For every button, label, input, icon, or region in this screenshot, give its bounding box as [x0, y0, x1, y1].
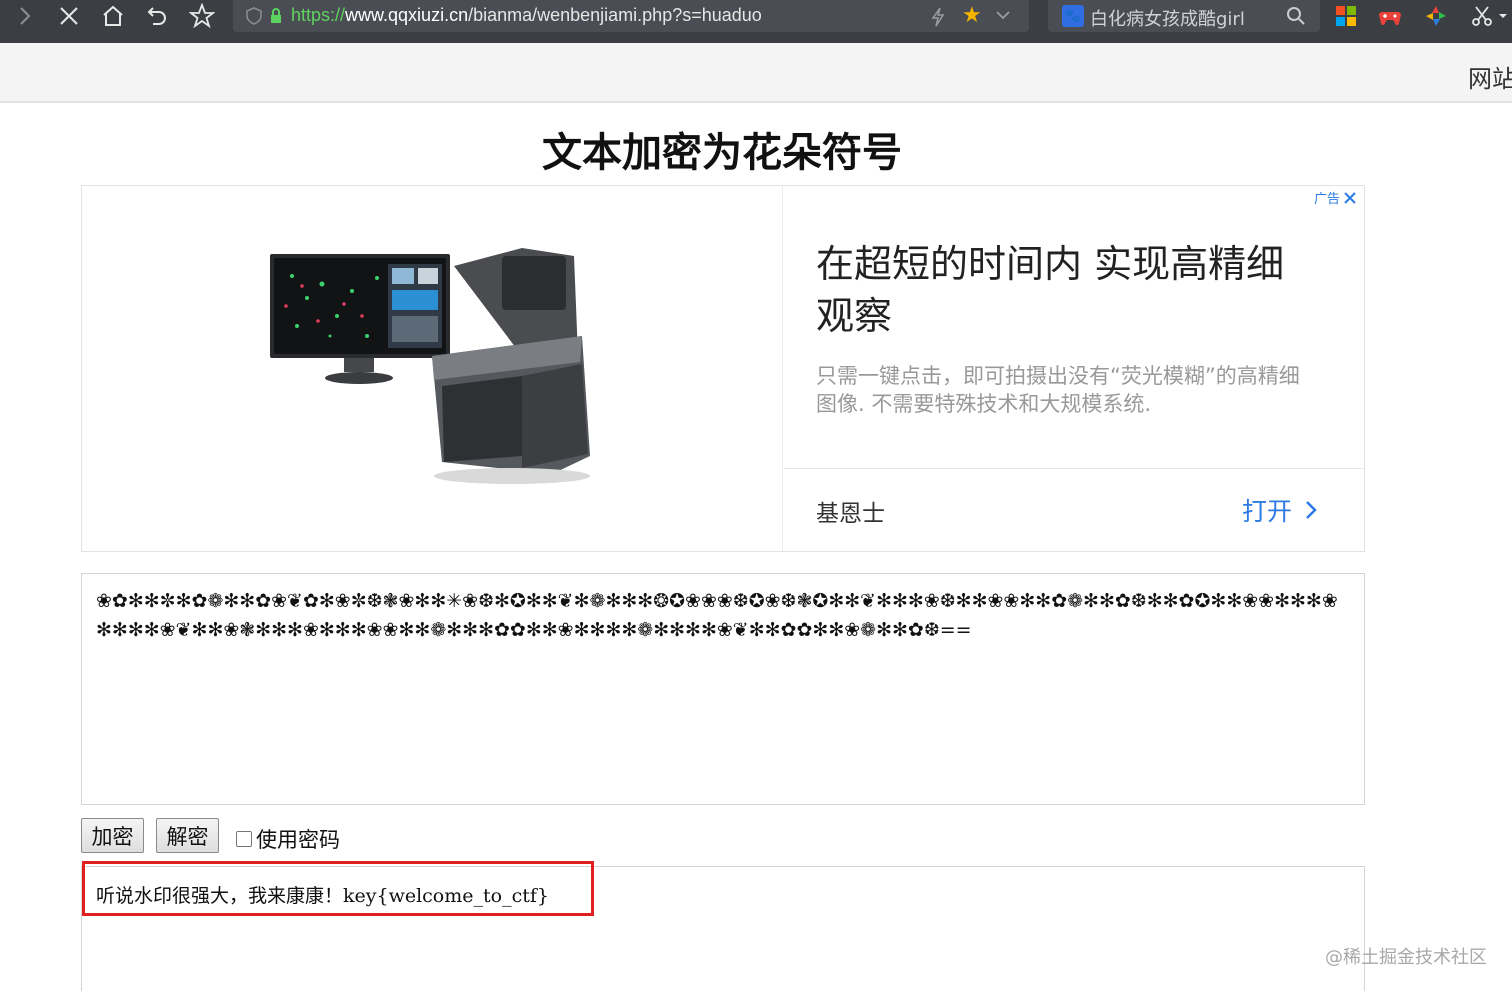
dropdown-arrow-icon[interactable] — [1496, 4, 1510, 28]
ad-open-button[interactable]: 打开 — [1242, 492, 1318, 528]
ad-open-label: 打开 — [1242, 497, 1293, 526]
ad-headline[interactable]: 在超短的时间内 实现高精细观察 — [816, 238, 1316, 342]
ad-tag[interactable]: 广告 — [1314, 188, 1356, 207]
scissors-icon[interactable] — [1470, 4, 1494, 28]
chevron-right-icon — [1306, 501, 1317, 519]
undo-button[interactable] — [142, 0, 172, 32]
browser-toolbar: https://www.qqxiuzi.cn/bianma/wenbenjiam… — [0, 0, 1512, 43]
use-password-checkbox[interactable] — [236, 831, 252, 847]
decrypt-button[interactable]: 解密 — [156, 818, 219, 853]
ad-label: 广告 — [1313, 192, 1340, 207]
ad-divider — [784, 468, 1364, 469]
chevron-down-icon[interactable] — [995, 8, 1011, 22]
baidu-paw-icon: 🐾 — [1062, 5, 1084, 27]
site-nav-text[interactable]: 网站 — [1468, 59, 1512, 94]
lightning-icon[interactable] — [930, 7, 946, 27]
bookmark-button[interactable] — [187, 0, 217, 32]
url-path: /bianma/wenbenjiami.php?s=huaduo — [468, 5, 762, 25]
encrypt-button[interactable]: 加密 — [81, 818, 144, 853]
undo-icon — [147, 7, 166, 25]
page-title: 文本加密为花朵符号 — [542, 130, 902, 176]
watermark: @稀土掘金技术社区 — [1325, 947, 1487, 968]
lock-icon — [271, 8, 281, 23]
url-text: https://www.qqxiuzi.cn/bianma/wenbenjiam… — [291, 5, 762, 26]
address-bar[interactable]: https://www.qqxiuzi.cn/bianma/wenbenjiam… — [233, 0, 1029, 32]
url-scheme: https:// — [291, 5, 346, 25]
game-controller-icon[interactable] — [1378, 4, 1402, 28]
search-icon[interactable] — [1286, 6, 1306, 26]
advertisement-banner[interactable]: 广告 在超短的时间内 实现高精细观察 只需一键点击，即可拍摄出没有“荧光模糊”的… — [81, 185, 1365, 552]
colorful-extension-icon[interactable] — [1424, 4, 1448, 28]
star-filled-icon[interactable]: ★ — [962, 4, 982, 28]
microscope-product-image — [270, 248, 590, 484]
close-icon[interactable] — [1344, 191, 1356, 204]
ad-brand: 基恩士 — [816, 501, 885, 527]
home-button[interactable] — [98, 0, 128, 32]
search-bar[interactable]: 🐾 白化病女孩成酷girl — [1048, 0, 1320, 32]
shield-icon — [246, 7, 262, 25]
stop-button[interactable] — [54, 0, 84, 32]
info-bar: 网站 — [0, 43, 1512, 103]
search-input[interactable]: 白化病女孩成酷girl — [1090, 5, 1245, 31]
chevron-right-icon — [20, 7, 31, 25]
use-password-option[interactable]: 使用密码 — [236, 824, 340, 854]
highlight-box — [82, 861, 594, 916]
forward-button[interactable] — [12, 0, 38, 32]
use-password-label: 使用密码 — [256, 828, 340, 852]
apps-grid-icon[interactable] — [1334, 4, 1358, 28]
ad-description: 只需一键点击，即可拍摄出没有“荧光模糊”的高精细图像. 不需要特殊技术和大规模系… — [816, 364, 1300, 416]
ad-image-panel[interactable] — [82, 186, 783, 551]
star-outline-icon — [189, 3, 215, 29]
home-icon — [103, 5, 123, 26]
url-host: www.qqxiuzi.cn — [345, 5, 469, 25]
close-icon — [60, 7, 78, 25]
cipher-textarea[interactable]: ❀✿✻✻✼✻✿❁✻✻✿❀❦✿✻❀✼❆❃❀✻✻✳❀❆✻✪✻✻❦✻❁✻✻✻❂✪❀❀❀… — [81, 573, 1365, 805]
